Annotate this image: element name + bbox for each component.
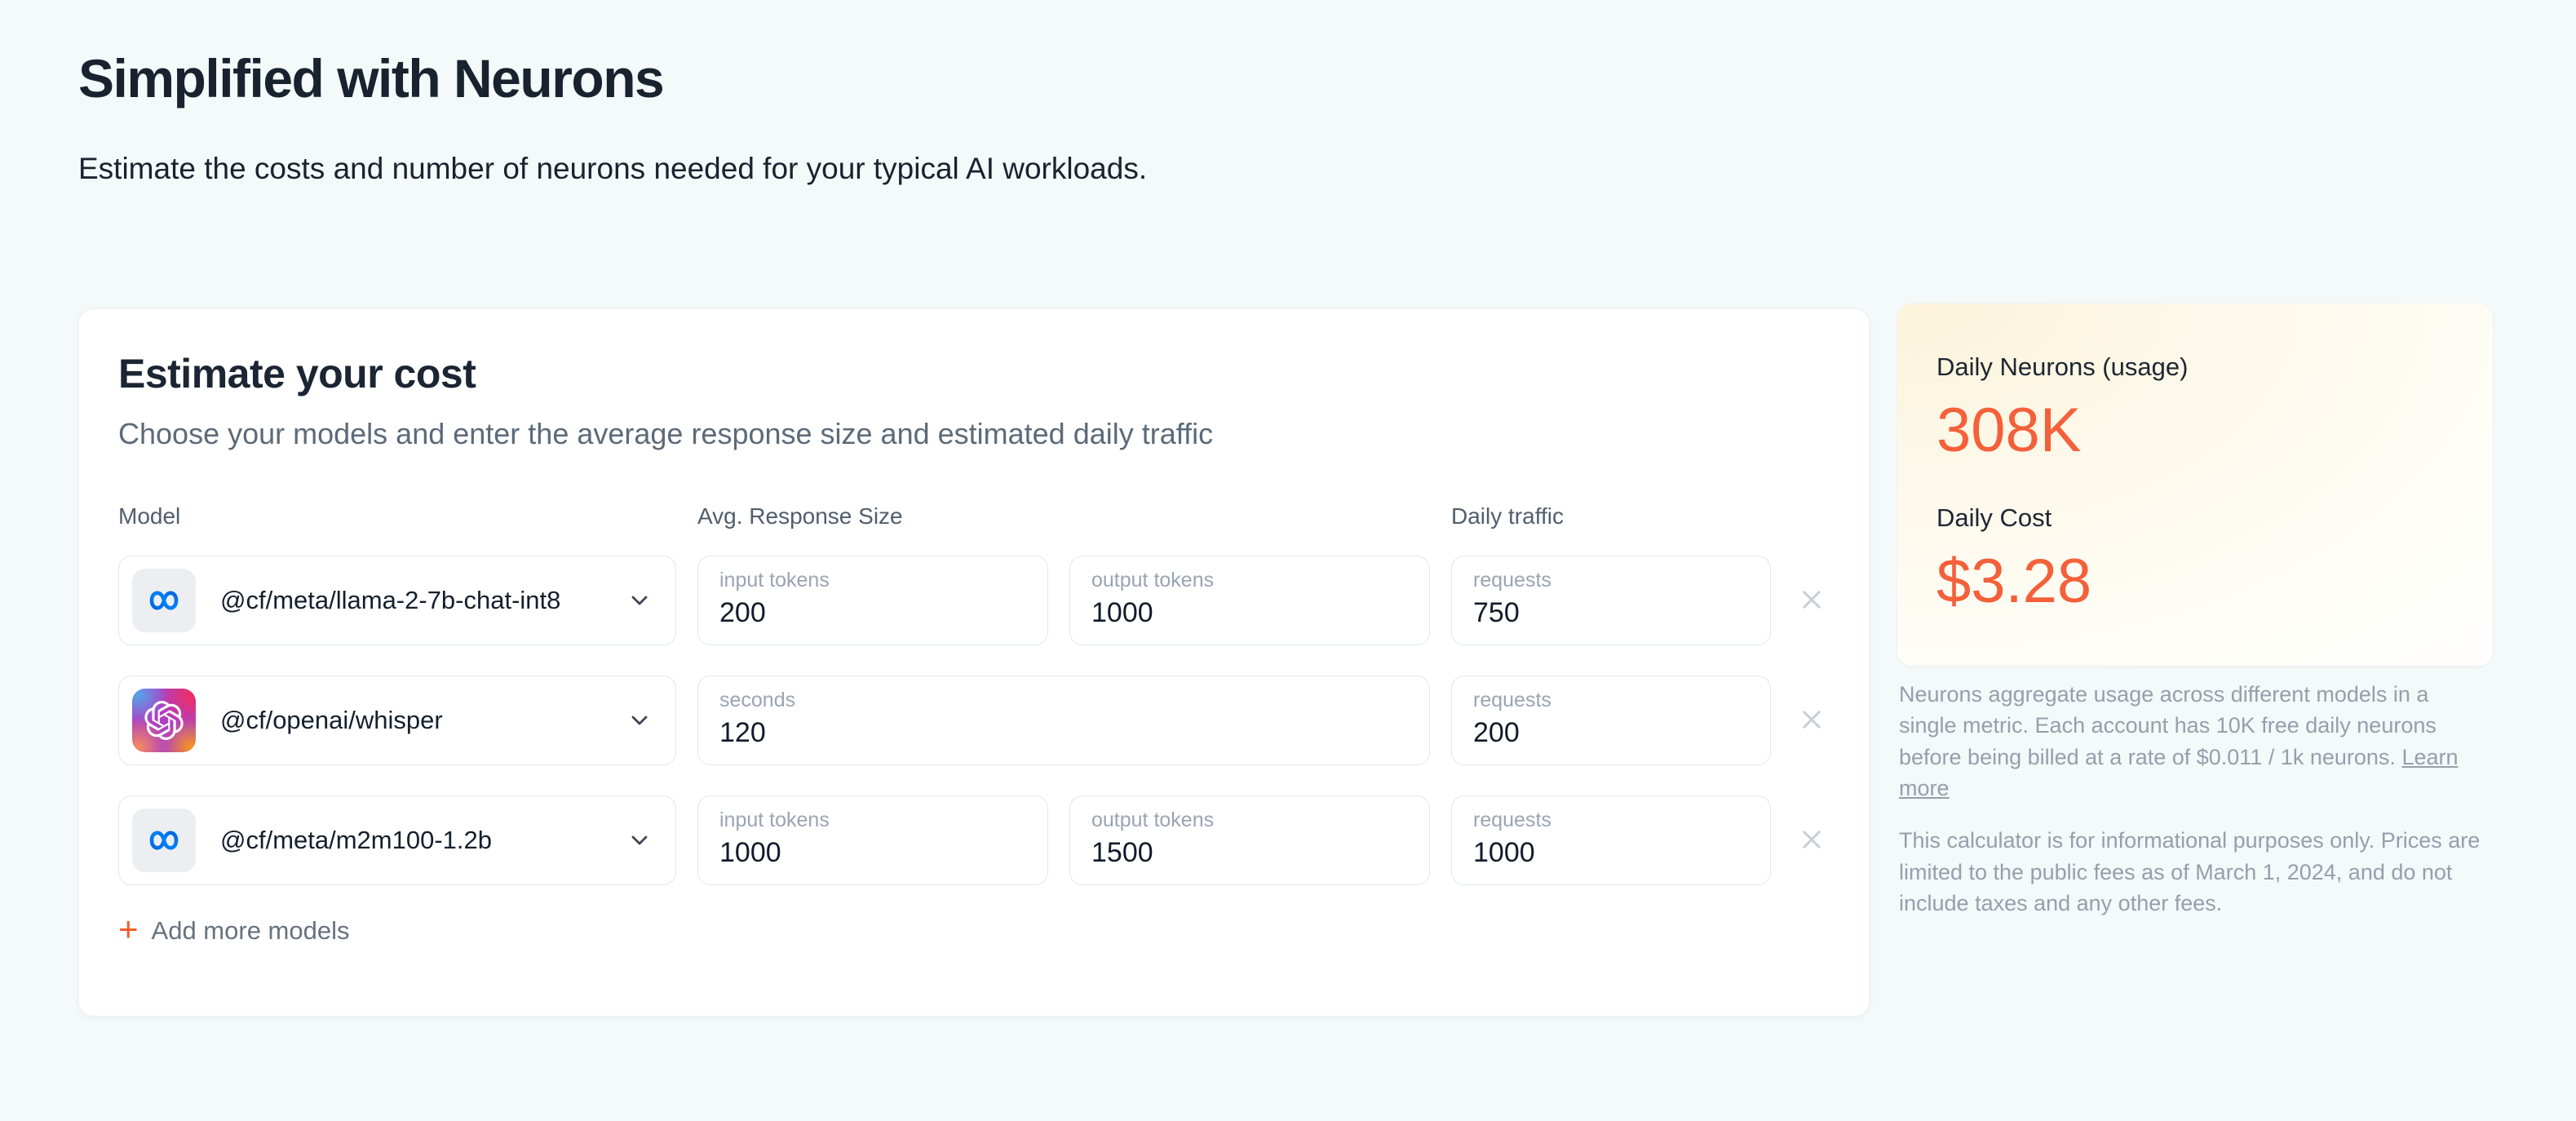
requests-field[interactable]: requests — [1451, 795, 1771, 885]
openai-icon — [132, 689, 196, 752]
requests-field[interactable]: requests — [1451, 556, 1771, 645]
requests-input[interactable] — [1473, 592, 1749, 629]
model-select[interactable]: @cf/meta/llama-2-7b-chat-int8 — [118, 556, 676, 645]
estimate-cost-card: Estimate your cost Choose your models an… — [78, 308, 1870, 1017]
requests-label: requests — [1473, 809, 1551, 831]
column-headers: Model Avg. Response Size Daily traffic — [118, 503, 1830, 529]
model-select[interactable]: @cf/meta/m2m100-1.2b — [118, 795, 676, 885]
seconds-input[interactable] — [719, 712, 1408, 749]
remove-model-button[interactable] — [1792, 823, 1831, 858]
summary-panel: Daily Neurons (usage) 308K Daily Cost $3… — [1897, 304, 2493, 666]
input-tokens-input[interactable] — [719, 592, 1026, 629]
disclaimer-footnote: This calculator is for informational pur… — [1899, 828, 2481, 915]
model-rows: @cf/meta/llama-2-7b-chat-int8 input token… — [118, 556, 1830, 885]
daily-cost-label: Daily Cost — [1936, 503, 2052, 532]
requests-input[interactable] — [1473, 832, 1749, 869]
meta-icon — [132, 569, 196, 632]
column-header-avg-response-size: Avg. Response Size — [697, 503, 903, 529]
daily-neurons-label: Daily Neurons (usage) — [1936, 352, 2189, 381]
page-title: Simplified with Neurons — [78, 48, 665, 109]
model-name: @cf/meta/llama-2-7b-chat-int8 — [220, 586, 561, 614]
daily-neurons-value: 308K — [1936, 396, 2082, 465]
output-tokens-field[interactable]: output tokens — [1069, 795, 1430, 885]
pricing-calculator-page: Simplified with Neurons Estimate the cos… — [0, 0, 2576, 1121]
close-icon — [1795, 823, 1828, 858]
add-more-models-button[interactable]: + Add more models — [118, 910, 350, 948]
output-tokens-label: output tokens — [1091, 569, 1215, 592]
meta-icon — [132, 809, 196, 872]
card-subtitle: Choose your models and enter the average… — [118, 417, 1214, 450]
remove-model-button[interactable] — [1792, 703, 1831, 738]
seconds-label: seconds — [719, 689, 796, 711]
model-row: @cf/meta/llama-2-7b-chat-int8 input token… — [118, 556, 1830, 645]
chevron-down-icon — [626, 827, 653, 853]
close-icon — [1795, 703, 1828, 738]
chevron-down-icon — [626, 587, 653, 614]
add-more-models-label: Add more models — [151, 916, 350, 945]
model-row: @cf/openai/whisper seconds requests — [118, 676, 1830, 765]
requests-label: requests — [1473, 569, 1551, 592]
column-header-model: Model — [118, 503, 181, 529]
input-tokens-input[interactable] — [719, 832, 1026, 869]
requests-field[interactable]: requests — [1451, 676, 1771, 765]
requests-label: requests — [1473, 689, 1551, 711]
remove-model-button[interactable] — [1792, 583, 1831, 618]
model-select[interactable]: @cf/openai/whisper — [118, 676, 676, 765]
model-name: @cf/openai/whisper — [220, 706, 443, 734]
chevron-down-icon — [626, 707, 653, 733]
neurons-footnote: Neurons aggregate usage across different… — [1899, 679, 2483, 804]
daily-cost-value: $3.28 — [1936, 547, 2092, 616]
seconds-field[interactable]: seconds — [697, 676, 1430, 765]
output-tokens-field[interactable]: output tokens — [1069, 556, 1430, 645]
input-tokens-field[interactable]: input tokens — [697, 556, 1048, 645]
output-tokens-input[interactable] — [1091, 832, 1408, 869]
card-title: Estimate your cost — [118, 351, 476, 397]
input-tokens-field[interactable]: input tokens — [697, 795, 1048, 885]
footnotes: Neurons aggregate usage across different… — [1899, 679, 2483, 919]
plus-icon: + — [118, 910, 139, 948]
input-tokens-label: input tokens — [719, 809, 830, 831]
page-subtitle: Estimate the costs and number of neurons… — [78, 152, 1148, 185]
model-row: @cf/meta/m2m100-1.2b input tokens output t… — [118, 795, 1830, 885]
column-header-daily-traffic: Daily traffic — [1451, 503, 1564, 529]
output-tokens-input[interactable] — [1091, 592, 1408, 629]
model-name: @cf/meta/m2m100-1.2b — [220, 826, 492, 854]
input-tokens-label: input tokens — [719, 569, 830, 592]
requests-input[interactable] — [1473, 712, 1749, 749]
output-tokens-label: output tokens — [1091, 809, 1215, 831]
close-icon — [1795, 583, 1828, 618]
neurons-footnote-text: Neurons aggregate usage across different… — [1899, 682, 2437, 769]
